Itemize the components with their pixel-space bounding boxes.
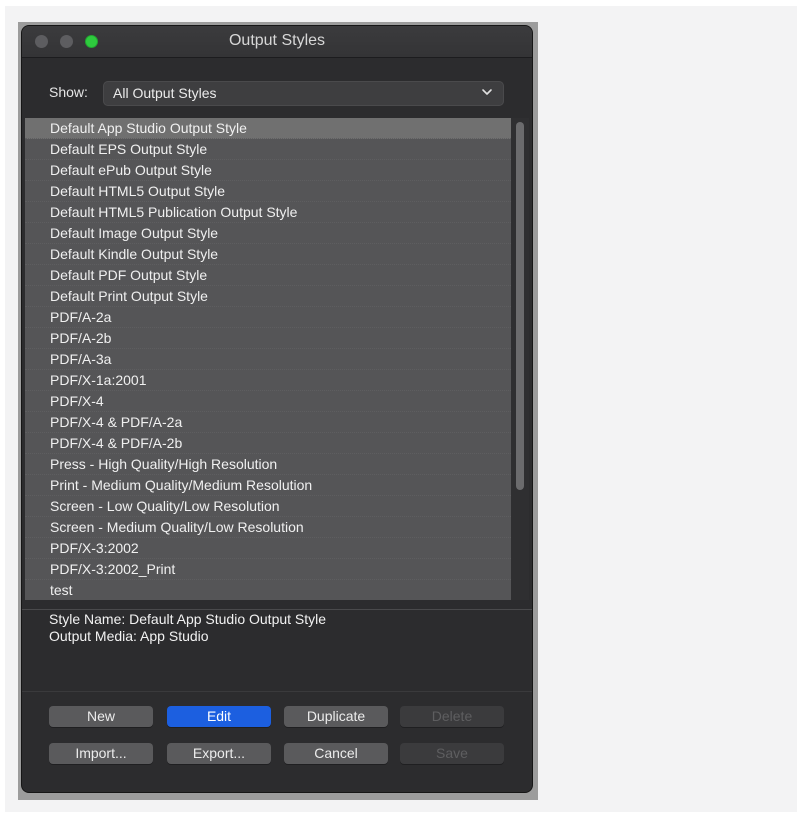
list-item[interactable]: PDF/A-3a [25,349,511,370]
delete-button[interactable]: Delete [400,706,504,727]
output-styles-dialog: Output Styles Show: All Output Styles De… [22,26,532,792]
list-item[interactable]: Default HTML5 Publication Output Style [25,202,511,223]
output-styles-list[interactable]: Default App Studio Output Style Default E… [25,118,529,600]
new-button[interactable]: New [49,706,153,727]
export-button[interactable]: Export... [167,743,271,764]
list-item[interactable]: Print - Medium Quality/Medium Resolution [25,475,511,496]
list-item[interactable]: Default App Studio Output Style [25,118,511,139]
show-filter-row: Show: All Output Styles [22,78,532,108]
list-item[interactable]: Screen - Medium Quality/Low Resolution [25,517,511,538]
import-button[interactable]: Import... [49,743,153,764]
list-item[interactable]: Screen - Low Quality/Low Resolution [25,496,511,517]
list-item[interactable]: PDF/A-2a [25,307,511,328]
title-bar: Output Styles [22,26,532,58]
list-item[interactable]: PDF/X-1a:2001 [25,370,511,391]
chevron-down-icon [482,89,492,95]
duplicate-button[interactable]: Duplicate [284,706,388,727]
list-item[interactable]: PDF/X-3:2002 [25,538,511,559]
list-item[interactable]: Default HTML5 Output Style [25,181,511,202]
list-item[interactable]: Default Kindle Output Style [25,244,511,265]
list-item[interactable]: Default Image Output Style [25,223,511,244]
list-item[interactable]: Press - High Quality/High Resolution [25,454,511,475]
cancel-button[interactable]: Cancel [284,743,388,764]
window-title: Output Styles [228,32,326,49]
show-dropdown[interactable]: All Output Styles [103,81,504,106]
style-name-text: Style Name: Default App Studio Output St… [49,611,327,627]
list-scrollbar-thumb[interactable] [516,122,524,490]
output-media-text: Output Media: App Studio [49,628,209,644]
list-rows: Default App Studio Output Style Default E… [25,118,511,600]
style-info: Style Name: Default App Studio Output St… [49,611,326,645]
list-item[interactable]: Default ePub Output Style [25,160,511,181]
list-item[interactable]: PDF/X-4 & PDF/A-2a [25,412,511,433]
divider [22,609,532,610]
show-label: Show: [49,84,88,100]
list-item[interactable]: Default EPS Output Style [25,139,511,160]
list-item[interactable]: Default PDF Output Style [25,265,511,286]
list-item[interactable]: Default Print Output Style [25,286,511,307]
list-scrollbar[interactable] [511,118,529,600]
edit-button[interactable]: Edit [167,706,271,727]
list-item[interactable]: PDF/X-3:2002_Print [25,559,511,580]
list-item[interactable]: PDF/A-2b [25,328,511,349]
list-item[interactable]: PDF/X-4 & PDF/A-2b [25,433,511,454]
divider [22,691,532,692]
show-dropdown-value: All Output Styles [113,85,217,101]
list-item[interactable]: PDF/X-4 [25,391,511,412]
screen: Output Styles Show: All Output Styles De… [0,0,802,816]
save-button[interactable]: Save [400,743,504,764]
list-item[interactable]: test [25,580,511,600]
